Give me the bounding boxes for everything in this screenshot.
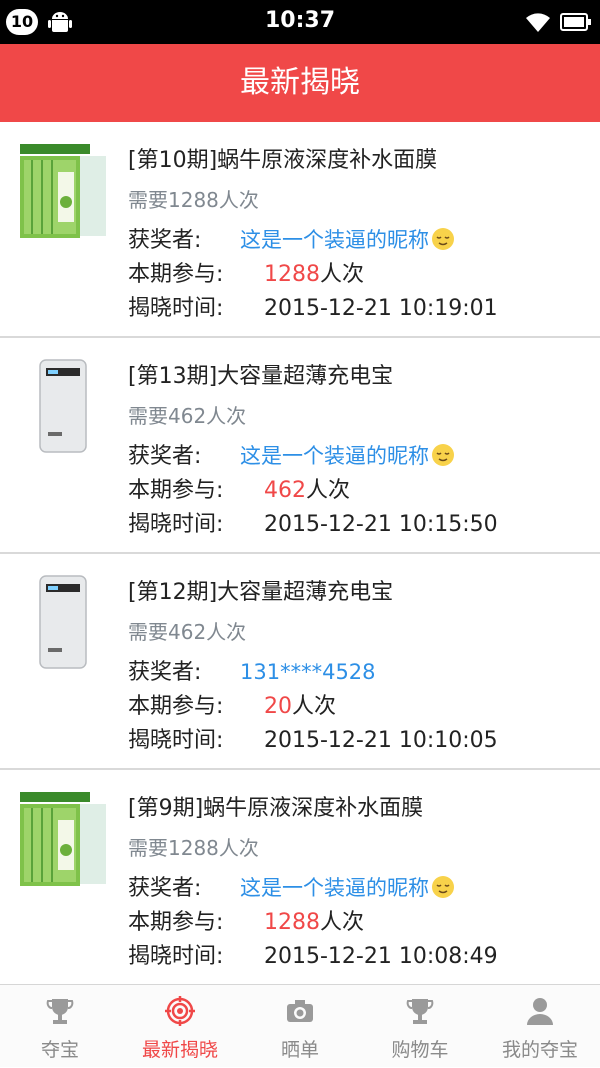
reveal-time-label: 揭晓时间:	[128, 512, 224, 537]
winner-label: 获奖者:	[128, 876, 202, 901]
item-title: [第10期]蜗牛原液深度补水面膜	[128, 148, 438, 173]
winner-name[interactable]: 这是一个装逼的昵称	[240, 876, 429, 900]
times-unit: 人次	[320, 910, 365, 935]
camera-icon	[287, 1000, 313, 1022]
participation-row: 本期参与: 1288人次	[128, 256, 364, 288]
battery-icon	[560, 13, 591, 31]
revealed-list[interactable]: [第10期]蜗牛原液深度补水面膜 需要1288人次 获奖者: 这是一个装逼的昵称 …	[0, 122, 600, 984]
winner-name[interactable]: 这是一个装逼的昵称	[240, 228, 429, 252]
participation-row: 本期参与: 462人次	[128, 472, 350, 504]
participation-count: 20	[264, 694, 292, 719]
participation-count: 462	[264, 478, 306, 503]
participation-row: 本期参与: 1288人次	[128, 904, 364, 936]
winner-name[interactable]: 131****4528	[240, 660, 376, 684]
winner-name[interactable]: 这是一个装逼的昵称	[240, 444, 429, 468]
reveal-time: 2015-12-21 10:19:01	[264, 296, 498, 321]
relieved-face-icon	[432, 444, 454, 466]
reveal-time-label: 揭晓时间:	[128, 728, 224, 753]
winner-row: 获奖者: 这是一个装逼的昵称	[128, 438, 455, 470]
tab-label: 晒单	[280, 1039, 319, 1061]
item-need: 需要1288人次	[128, 836, 259, 860]
page-title: 最新揭晓	[0, 44, 600, 122]
power-bank-product-image	[18, 358, 110, 458]
times-unit: 人次	[320, 262, 365, 287]
reveal-time: 2015-12-21 10:08:49	[264, 944, 498, 969]
power-bank-product-image	[18, 574, 110, 674]
winner-label: 获奖者:	[128, 228, 202, 253]
reveal-time: 2015-12-21 10:15:50	[264, 512, 498, 537]
item-title: [第12期]大容量超薄充电宝	[128, 580, 394, 605]
times-unit: 人次	[306, 478, 351, 503]
times-unit: 人次	[292, 694, 337, 719]
target-icon	[165, 996, 195, 1026]
winner-row: 获奖者: 131****4528	[128, 654, 376, 686]
tab-label: 最新揭晓	[141, 1039, 218, 1061]
reveal-time-row: 揭晓时间: 2015-12-21 10:15:50	[128, 506, 498, 538]
participation-count: 1288	[264, 910, 320, 935]
participation-label: 本期参与:	[128, 478, 224, 503]
cart-trophy-icon	[406, 999, 434, 1024]
relieved-face-icon	[432, 228, 454, 250]
participation-row: 本期参与: 20人次	[128, 688, 336, 720]
reveal-time-row: 揭晓时间: 2015-12-21 10:10:05	[128, 722, 498, 754]
status-bar: 10 10:37	[0, 0, 600, 44]
tab-label: 夺宝	[40, 1039, 79, 1061]
participation-count: 1288	[264, 262, 320, 287]
tab-shopping-cart[interactable]: 购物车	[360, 985, 480, 1068]
item-need: 需要462人次	[128, 620, 247, 644]
participation-label: 本期参与:	[128, 694, 224, 719]
face-mask-product-image	[18, 790, 110, 890]
item-title: [第9期]蜗牛原液深度补水面膜	[128, 796, 424, 821]
participation-label: 本期参与:	[128, 910, 224, 935]
reveal-time-label: 揭晓时间:	[128, 944, 224, 969]
bottom-tab-bar: 夺宝 最新揭晓 晒单 购物车 我的夺宝	[0, 984, 600, 1067]
relieved-face-icon	[432, 876, 454, 898]
trophy-icon	[46, 999, 74, 1024]
tab-latest-reveal[interactable]: 最新揭晓	[120, 985, 240, 1068]
tab-label: 我的夺宝	[501, 1039, 578, 1061]
reveal-time-row: 揭晓时间: 2015-12-21 10:19:01	[128, 290, 498, 322]
winner-label: 获奖者:	[128, 444, 202, 469]
reveal-time-row: 揭晓时间: 2015-12-21 10:08:49	[128, 938, 498, 970]
list-item[interactable]: [第10期]蜗牛原液深度补水面膜 需要1288人次 获奖者: 这是一个装逼的昵称 …	[0, 122, 600, 338]
tab-label: 购物车	[391, 1039, 449, 1061]
tab-my-duobao[interactable]: 我的夺宝	[480, 985, 600, 1068]
clock: 10:37	[264, 8, 336, 33]
tab-share-order[interactable]: 晒单	[240, 985, 360, 1068]
reveal-time: 2015-12-21 10:10:05	[264, 728, 498, 753]
item-title: [第13期]大容量超薄充电宝	[128, 364, 394, 389]
user-icon	[527, 998, 553, 1025]
winner-label: 获奖者:	[128, 660, 202, 685]
reveal-time-label: 揭晓时间:	[128, 296, 224, 321]
item-need: 需要1288人次	[128, 188, 259, 212]
winner-row: 获奖者: 这是一个装逼的昵称	[128, 222, 455, 254]
list-item[interactable]: [第13期]大容量超薄充电宝 需要462人次 获奖者: 这是一个装逼的昵称 本期参…	[0, 338, 600, 554]
tab-duobao[interactable]: 夺宝	[0, 985, 120, 1068]
list-item[interactable]: [第12期]大容量超薄充电宝 需要462人次 获奖者: 131****4528 本…	[0, 554, 600, 770]
item-need: 需要462人次	[128, 404, 247, 428]
participation-label: 本期参与:	[128, 262, 224, 287]
face-mask-product-image	[18, 142, 110, 242]
list-item[interactable]: [第9期]蜗牛原液深度补水面膜 需要1288人次 获奖者: 这是一个装逼的昵称 本…	[0, 770, 600, 984]
winner-row: 获奖者: 这是一个装逼的昵称	[128, 870, 455, 902]
wifi-icon	[526, 13, 550, 32]
